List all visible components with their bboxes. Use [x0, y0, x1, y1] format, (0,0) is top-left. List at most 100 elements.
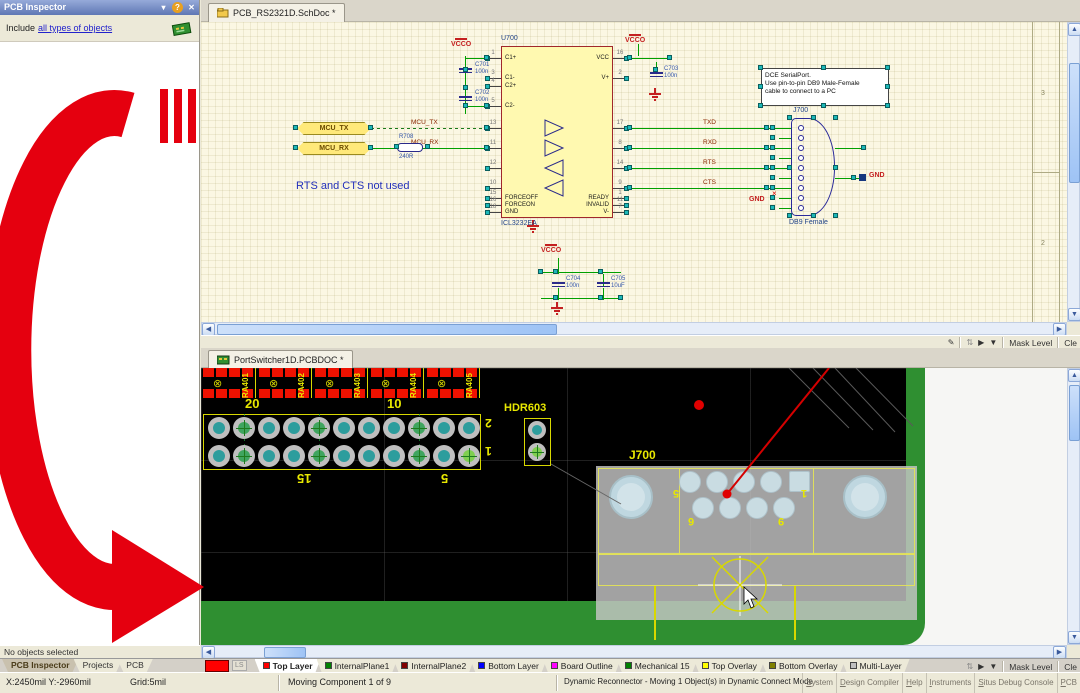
through-hole-pad[interactable] — [308, 417, 330, 439]
panel-menu-icon[interactable]: ▾ — [158, 2, 169, 13]
schematic-canvas[interactable]: 3 2 U700 ICL3232EA MCU_TX MCU_RX MCU_TX … — [201, 22, 1067, 322]
db9-pin[interactable] — [798, 175, 804, 181]
capacitor[interactable] — [650, 72, 663, 74]
selection-handle[interactable] — [598, 269, 603, 274]
j700-pad[interactable] — [746, 497, 768, 519]
ic-pin[interactable] — [489, 212, 501, 213]
capacitor[interactable] — [459, 100, 472, 102]
mask-level-button[interactable]: Mask Level — [1009, 662, 1052, 672]
ic-pin[interactable] — [489, 188, 501, 189]
selection-handle[interactable] — [787, 115, 792, 120]
db9-pin[interactable] — [798, 145, 804, 151]
port-mcu-rx[interactable]: MCU_RX — [297, 142, 371, 155]
scroll-down-icon[interactable]: ▼ — [1068, 308, 1080, 321]
smd-pad[interactable] — [259, 368, 270, 377]
wire[interactable] — [371, 148, 489, 149]
j700-connector-footprint[interactable] — [596, 466, 917, 620]
selection-handle[interactable] — [787, 165, 792, 170]
layer-tab-top-overlay[interactable]: Top Overlay — [694, 659, 765, 672]
j700-pad[interactable] — [719, 497, 741, 519]
sort-icon[interactable]: ⇅ — [966, 661, 973, 673]
db9-pin[interactable] — [798, 205, 804, 211]
panel-button-help[interactable]: Help — [902, 673, 925, 693]
wire-mcu-tx[interactable] — [371, 128, 489, 129]
ic-pin[interactable] — [489, 128, 501, 129]
smd-pad[interactable] — [328, 389, 339, 398]
series-resistor[interactable] — [397, 143, 423, 152]
db9-pin[interactable] — [798, 155, 804, 161]
selection-handle[interactable] — [833, 115, 838, 120]
wire[interactable] — [779, 138, 791, 139]
through-hole-pad[interactable] — [358, 445, 380, 467]
through-hole-pad[interactable] — [358, 417, 380, 439]
through-hole-pad[interactable] — [333, 417, 355, 439]
smd-pad[interactable] — [440, 389, 451, 398]
dropdown-filter-icon[interactable]: ▼ — [989, 337, 997, 349]
ic-pin[interactable] — [489, 106, 501, 107]
capacitor[interactable] — [650, 76, 663, 78]
smd-pad[interactable] — [272, 389, 283, 398]
play-filter-icon[interactable]: ▶ — [978, 337, 984, 349]
left-tab-pcb-inspector[interactable]: PCB Inspector — [2, 659, 79, 672]
smd-pad[interactable] — [371, 389, 382, 398]
selection-handle[interactable] — [821, 103, 826, 108]
wire[interactable] — [638, 44, 639, 56]
clear-button[interactable]: Cle — [1064, 662, 1077, 672]
smd-pad[interactable] — [216, 368, 227, 377]
smd-pad[interactable] — [328, 368, 339, 377]
smd-pad[interactable] — [397, 368, 408, 377]
selection-handle[interactable] — [627, 55, 632, 60]
selection-handle[interactable] — [758, 65, 763, 70]
hdr603-pad1[interactable] — [528, 421, 546, 439]
db9-pin[interactable] — [798, 165, 804, 171]
wire[interactable] — [779, 198, 791, 199]
through-hole-pad[interactable] — [383, 417, 405, 439]
capacitor[interactable] — [459, 96, 472, 98]
play-filter-icon[interactable]: ▶ — [978, 661, 984, 673]
selection-handle[interactable] — [553, 269, 558, 274]
port-mcu-tx[interactable]: MCU_TX — [297, 122, 371, 135]
scroll-down-icon[interactable]: ▼ — [1068, 631, 1080, 644]
smd-pad[interactable] — [427, 389, 438, 398]
schematic-hscrollbar[interactable]: ◀ ▶ — [201, 322, 1067, 335]
selection-handle[interactable] — [463, 85, 468, 90]
selection-handle[interactable] — [463, 67, 468, 72]
smd-pad[interactable] — [229, 389, 240, 398]
layer-tab-internalplane1[interactable]: InternalPlane1 — [317, 659, 398, 672]
through-hole-pad[interactable] — [433, 417, 455, 439]
through-hole-pad[interactable] — [258, 417, 280, 439]
through-hole-pad[interactable] — [233, 445, 255, 467]
selection-handle[interactable] — [811, 115, 816, 120]
wire[interactable] — [630, 128, 764, 129]
selection-handle[interactable] — [861, 145, 866, 150]
selection-handle[interactable] — [764, 125, 769, 130]
sort-icon[interactable]: ⇅ — [966, 337, 973, 349]
smd-pad[interactable] — [259, 389, 270, 398]
vscroll-thumb[interactable] — [1069, 63, 1080, 183]
ic-pin[interactable] — [489, 148, 501, 149]
selection-handle[interactable] — [627, 185, 632, 190]
selection-handle[interactable] — [484, 125, 489, 130]
panel-title-bar[interactable]: PCB Inspector ▾ ? ✕ — [0, 0, 199, 15]
selection-handle[interactable] — [627, 165, 632, 170]
layer-tab-top-layer[interactable]: Top Layer — [255, 659, 321, 672]
selection-handle[interactable] — [653, 67, 658, 72]
j700-pad[interactable] — [733, 471, 755, 493]
selection-handle[interactable] — [787, 213, 792, 218]
through-hole-pad[interactable] — [308, 445, 330, 467]
pcb-canvas[interactable]: ⊗RA401⊗RA402⊗RA403⊗RA404⊗RA405 20 10 15 … — [201, 368, 1067, 645]
hdr603-pad2[interactable] — [528, 443, 546, 461]
hscroll-thumb[interactable] — [264, 647, 306, 658]
left-tab-pcb[interactable]: PCB — [117, 659, 152, 672]
wire[interactable] — [558, 288, 559, 300]
through-hole-pad[interactable] — [258, 445, 280, 467]
ls-button[interactable]: LS — [232, 660, 247, 671]
selection-handle[interactable] — [885, 103, 890, 108]
selection-handle[interactable] — [394, 144, 399, 149]
selection-handle[interactable] — [368, 145, 373, 150]
smd-pad[interactable] — [315, 368, 326, 377]
through-hole-pad[interactable] — [408, 417, 430, 439]
db9-pin[interactable] — [798, 195, 804, 201]
selection-handle[interactable] — [821, 65, 826, 70]
selection-handle[interactable] — [293, 145, 298, 150]
